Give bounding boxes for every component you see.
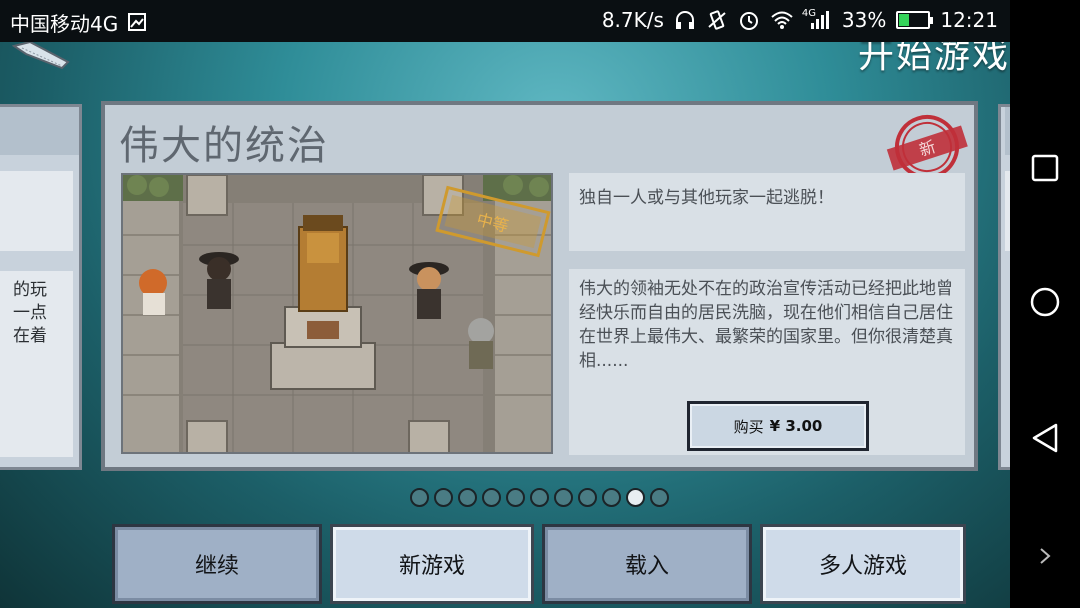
pager-dot[interactable] (506, 488, 525, 507)
pager-dot[interactable] (650, 488, 669, 507)
pager-dot[interactable] (578, 488, 597, 507)
square-icon (1031, 154, 1059, 182)
pager-dot[interactable] (530, 488, 549, 507)
signal-icon: 4G (802, 8, 832, 31)
recent-apps-button[interactable] (1010, 138, 1080, 198)
home-button[interactable] (1010, 272, 1080, 332)
prev-card-text: 的玩 一点 在着 (13, 280, 47, 346)
chevron-right-icon (1040, 548, 1051, 564)
pager-dot[interactable] (482, 488, 501, 507)
back-button[interactable] (1010, 408, 1080, 468)
pager-dot[interactable] (434, 488, 453, 507)
short-description-box: 独自一人或与其他玩家一起逃脱！ (569, 173, 965, 251)
network-type: 4G (801, 8, 817, 19)
pager-dot[interactable] (458, 488, 477, 507)
wifi-icon (770, 9, 793, 31)
multiplayer-label: 多人游戏 (818, 554, 907, 579)
pager-dot[interactable] (554, 488, 573, 507)
load-button[interactable]: 载入 (542, 524, 752, 604)
level-title: 伟大的统治 (119, 123, 329, 169)
long-description: 伟大的领袖无处不在的政治宣传活动已经把此地曾经快乐而自由的居民洗脑，现在他们相信… (579, 279, 953, 371)
continue-button[interactable]: 继续 (112, 524, 322, 604)
back-arrow-icon[interactable] (11, 40, 72, 70)
buy-price: ¥ 3.00 (769, 417, 823, 435)
short-description: 独自一人或与其他玩家一起逃脱！ (579, 188, 834, 208)
status-bar: 中国移动4G 8.7K/s 4G 33% 12:21 (0, 0, 1010, 42)
load-label: 载入 (624, 554, 669, 579)
pager-dot[interactable] (410, 488, 429, 507)
circle-icon (1030, 287, 1060, 317)
character-grey (468, 318, 494, 369)
character-orange (139, 269, 167, 315)
battery-percent: 33% (841, 8, 887, 32)
battery-icon (896, 11, 934, 29)
new-game-label: 新游戏 (398, 554, 465, 579)
pager-dot[interactable] (626, 488, 645, 507)
prev-card-header (0, 107, 79, 155)
continue-label: 继续 (194, 554, 239, 579)
buy-button[interactable]: 购买 ¥ 3.00 (687, 401, 869, 451)
prev-card-desc-box (0, 171, 73, 251)
headset-icon (674, 9, 696, 31)
prev-level-card[interactable]: 的玩 一点 在着 (0, 104, 82, 470)
image-icon (126, 12, 148, 34)
vibrate-icon (706, 9, 728, 31)
level-pager (410, 488, 669, 507)
game-screen: 开始游戏 的玩 一点 在着 伟大的统治 新 中等 独自一人或与其他玩家一起逃脱！… (0, 0, 1010, 608)
network-speed: 8.7K/s (601, 8, 664, 32)
clock: 12:21 (940, 8, 998, 32)
next-level-card[interactable] (998, 104, 1010, 470)
carrier-label: 中国移动4G (10, 12, 119, 36)
level-preview-image: 中等 (121, 173, 553, 454)
navigation-bar (1010, 0, 1080, 608)
level-card[interactable]: 伟大的统治 新 中等 独自一人或与其他玩家一起逃脱！ 伟大的领袖无处不在的政治宣… (101, 101, 978, 471)
nav-expand-button[interactable] (1010, 526, 1080, 586)
pager-dot[interactable] (602, 488, 621, 507)
new-game-button[interactable]: 新游戏 (330, 524, 534, 604)
battery-fill (899, 14, 909, 26)
multiplayer-button[interactable]: 多人游戏 (760, 524, 966, 604)
buy-label: 购买 (733, 417, 764, 436)
triangle-back-icon (1032, 423, 1058, 453)
alarm-icon (738, 9, 760, 31)
